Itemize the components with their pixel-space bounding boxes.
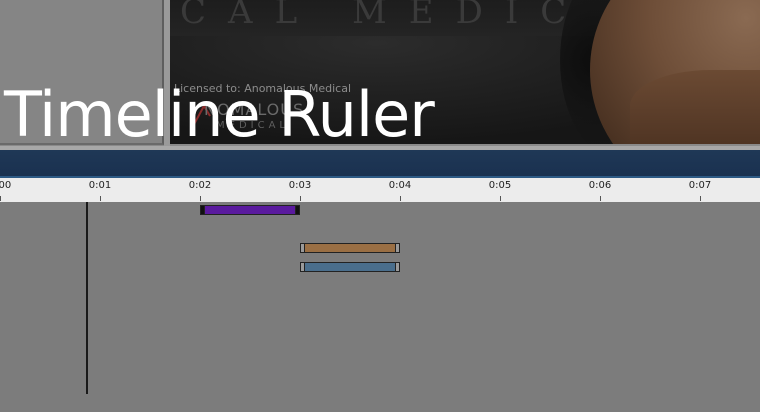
clip-start-handle[interactable] bbox=[300, 243, 305, 253]
ruler-tick-mark bbox=[100, 196, 101, 201]
watermark-text: CAL MEDIC bbox=[180, 0, 589, 32]
ruler-tick-label: 0:05 bbox=[488, 180, 512, 191]
clip-brown[interactable] bbox=[300, 243, 400, 253]
ruler-tick-label: 0:02 bbox=[188, 180, 212, 191]
ruler-tick-mark bbox=[400, 196, 401, 201]
page-title: Timeline Ruler bbox=[4, 78, 435, 151]
ruler-tick-mark bbox=[0, 196, 1, 201]
ruler-tick-mark bbox=[600, 196, 601, 201]
ruler-tick-mark bbox=[300, 196, 301, 201]
timeline-tracks[interactable] bbox=[0, 202, 760, 412]
clip-end-handle[interactable] bbox=[295, 205, 300, 215]
model-shoulder bbox=[630, 70, 760, 144]
playhead[interactable] bbox=[86, 202, 88, 394]
timeline-ruler[interactable]: 0:00 0:01 0:02 0:03 0:04 0:05 0:06 0:07 bbox=[0, 178, 760, 202]
ruler-tick-label: 0:06 bbox=[588, 180, 612, 191]
timeline-header-bar bbox=[0, 150, 760, 178]
clip-blue[interactable] bbox=[300, 262, 400, 272]
ruler-tick-label: 0:01 bbox=[88, 180, 112, 191]
ruler-tick-label: 0:03 bbox=[288, 180, 312, 191]
ruler-tick-mark bbox=[500, 196, 501, 201]
clip-end-handle[interactable] bbox=[395, 243, 400, 253]
top-area: CAL MEDIC Licensed to: Anomalous Medical… bbox=[0, 0, 760, 151]
ruler-tick-label: 0:00 bbox=[0, 180, 12, 191]
clip-start-handle[interactable] bbox=[300, 262, 305, 272]
ruler-tick-label: 0:04 bbox=[388, 180, 412, 191]
clip-purple[interactable] bbox=[200, 205, 300, 215]
ruler-tick-mark bbox=[700, 196, 701, 201]
clip-start-handle[interactable] bbox=[200, 205, 205, 215]
ruler-tick-mark bbox=[200, 196, 201, 201]
ruler-tick-label: 0:07 bbox=[688, 180, 712, 191]
clip-end-handle[interactable] bbox=[395, 262, 400, 272]
